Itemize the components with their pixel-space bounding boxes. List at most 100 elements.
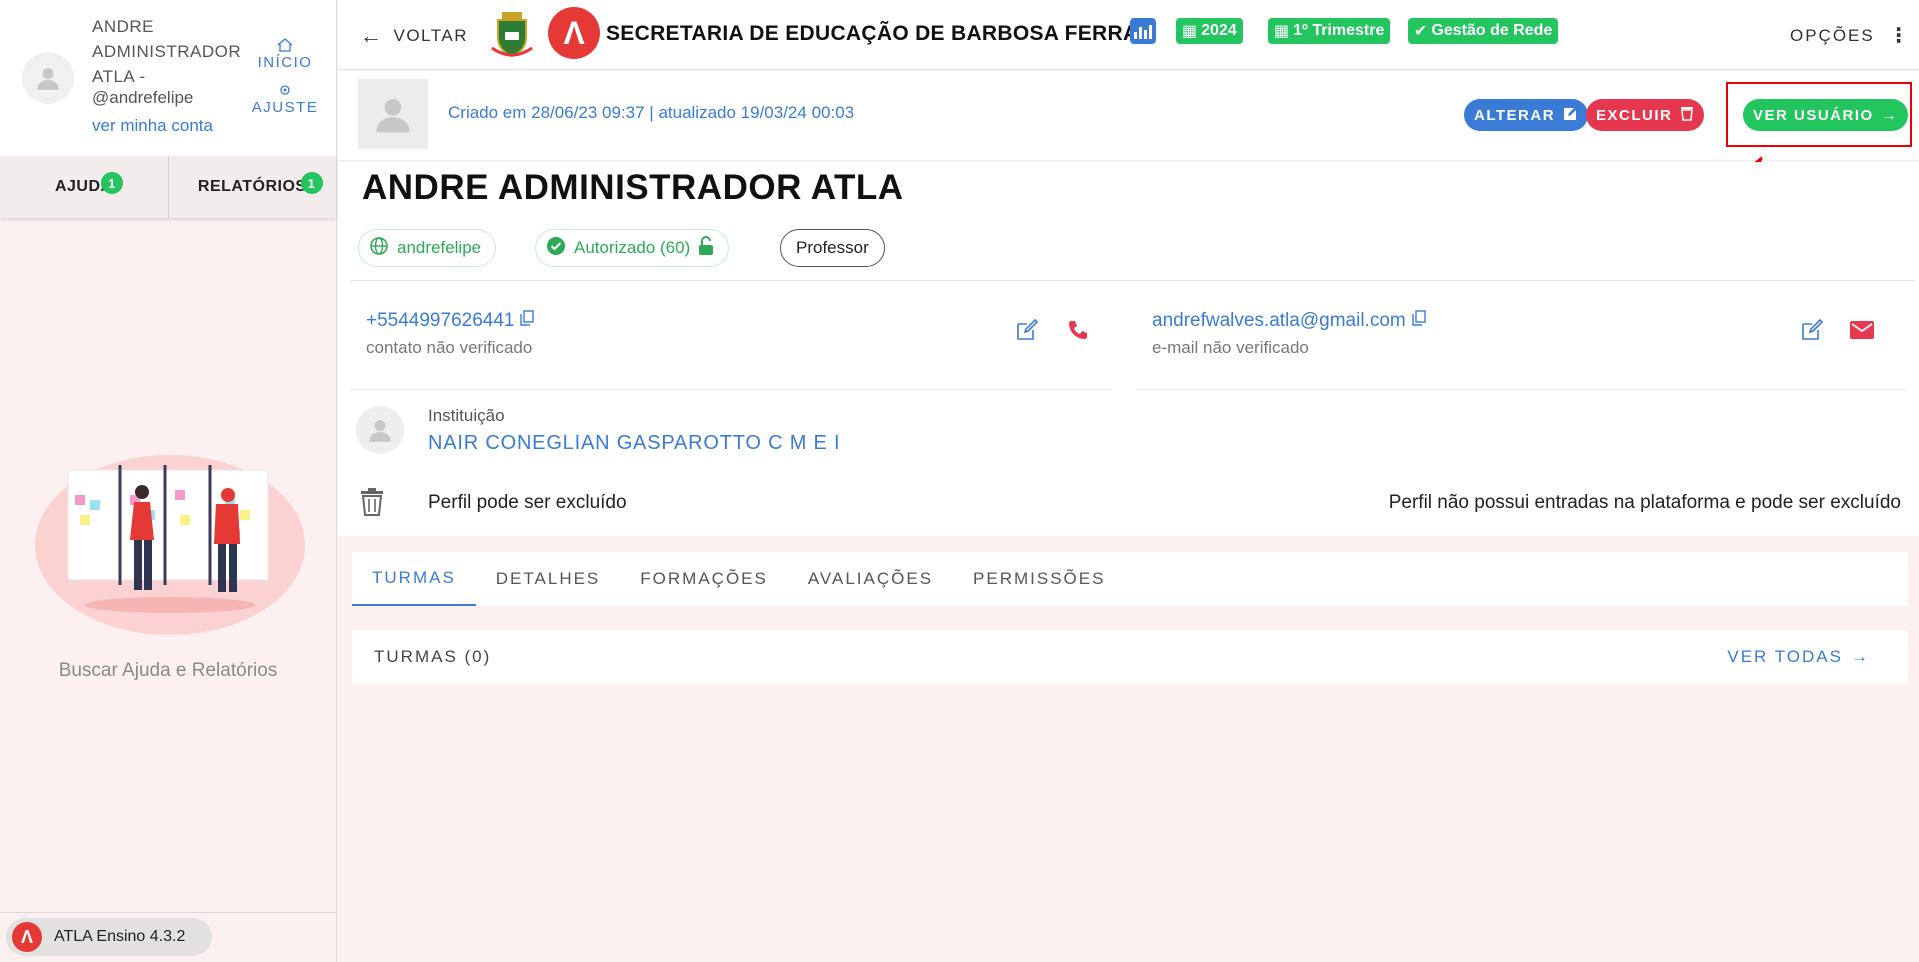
help-illustration xyxy=(35,455,305,635)
reports-chart-button[interactable] xyxy=(1130,18,1156,44)
version-badge[interactable]: Λ ATLA Ensino 4.3.2 xyxy=(6,918,212,956)
sidebar: ANDRE ADMINISTRADOR ATLA - @andrefelipe … xyxy=(0,0,337,962)
user-icon xyxy=(37,68,59,90)
delete-button-label: EXCLUIR xyxy=(1596,106,1673,124)
sidebar-divider xyxy=(0,912,336,913)
phone-number[interactable]: +5544997626441 xyxy=(366,310,535,332)
email-address-text: andrefwalves.atla@gmail.com xyxy=(1152,310,1406,331)
options-label: OPÇÕES xyxy=(1790,25,1875,45)
profile-meta-bar: Criado em 28/06/23 09:37 | atualizado 19… xyxy=(338,71,1919,161)
arrow-right-icon: → xyxy=(1851,647,1870,666)
profile-card: ANDRE ADMINISTRADOR ATLA andrefelipe Aut… xyxy=(338,162,1919,536)
home-link-label: INÍCIO xyxy=(257,54,313,71)
calendar-icon: ▦ xyxy=(1274,23,1290,40)
email-contact: andrefwalves.atla@gmail.com e-mail não v… xyxy=(1136,310,1906,390)
edit-button-label: ALTERAR xyxy=(1474,106,1556,124)
arrow-left-icon: ← xyxy=(360,23,384,48)
tab-avaliacoes[interactable]: AVALIAÇÕES xyxy=(788,552,953,606)
tab-relatorios[interactable]: RELATÓRIOS 1 xyxy=(167,156,337,218)
role-label: Professor xyxy=(796,238,869,257)
year-selector[interactable]: ▦ 2024 xyxy=(1176,18,1243,44)
phone-icon[interactable] xyxy=(1063,316,1091,344)
user-icon xyxy=(369,420,391,442)
copy-icon[interactable] xyxy=(1412,310,1426,332)
check-circle-icon xyxy=(546,236,566,261)
see-all-label: VER TODAS xyxy=(1727,647,1843,666)
unlock-icon xyxy=(698,235,714,261)
institution-label: Instituição xyxy=(428,406,505,425)
turmas-card: TURMAS (0) VER TODAS → xyxy=(352,630,1908,684)
avatar[interactable] xyxy=(22,52,74,104)
phone-status: contato não verificado xyxy=(366,338,533,357)
see-all-button[interactable]: VER TODAS → xyxy=(1727,647,1870,667)
tab-formacoes[interactable]: FORMAÇÕES xyxy=(620,552,788,606)
authorization-label: Autorizado (60) xyxy=(574,238,691,257)
network-label: Gestão de Rede xyxy=(1431,22,1553,39)
edit-email-icon[interactable] xyxy=(1798,316,1826,344)
municipal-crest-icon xyxy=(491,12,533,58)
trash-icon xyxy=(1680,105,1694,125)
delete-button[interactable]: EXCLUIR xyxy=(1586,99,1705,131)
phone-number-text: +5544997626441 xyxy=(366,310,515,331)
tab-turmas[interactable]: TURMAS xyxy=(352,552,476,606)
email-status: e-mail não verificado xyxy=(1152,338,1309,357)
tab-relatorios-count-badge: 1 xyxy=(300,172,323,194)
more-vertical-icon: ⋮ xyxy=(1888,25,1911,47)
organization-title: SECRETARIA DE EDUCAÇÃO DE BARBOSA FERRAZ xyxy=(606,22,1152,45)
institution-name-link[interactable]: NAIR CONEGLIAN GASPAROTTO C M E I xyxy=(428,432,840,455)
my-account-link[interactable]: ver minha conta xyxy=(92,116,213,136)
profile-name: ANDRE ADMINISTRADOR ATLA xyxy=(362,168,904,207)
profile-photo[interactable] xyxy=(358,79,428,149)
profile-tabs: TURMAS DETALHES FORMAÇÕES AVALIAÇÕES PER… xyxy=(352,552,1908,606)
tab-permissoes[interactable]: PERMISSÕES xyxy=(953,552,1125,606)
top-bar: ← VOLTAR Λ SECRETARIA DE EDUCAÇÃO DE BAR… xyxy=(338,0,1919,70)
network-selector[interactable]: ✔ Gestão de Rede xyxy=(1408,18,1559,44)
trimester-selector[interactable]: ▦ 1º Trimestre xyxy=(1268,18,1391,44)
edit-phone-icon[interactable] xyxy=(1013,316,1041,344)
user-handle: @andrefelipe xyxy=(92,88,194,107)
back-button-label: VOLTAR xyxy=(393,26,468,45)
created-updated-text: Criado em 28/06/23 09:37 | atualizado 19… xyxy=(448,103,855,122)
user-name: ANDRE ADMINISTRADOR ATLA - xyxy=(92,17,242,86)
tab-ajuda[interactable]: AJUDA 1 xyxy=(0,156,168,218)
home-icon xyxy=(250,38,320,54)
settings-link[interactable]: AJUSTE xyxy=(250,83,320,116)
mail-icon[interactable] xyxy=(1848,316,1876,344)
version-label: ATLA Ensino 4.3.2 xyxy=(54,928,186,945)
role-tag[interactable]: Professor xyxy=(780,229,885,267)
trash-icon xyxy=(361,488,383,516)
user-icon xyxy=(376,99,410,133)
tab-detalhes[interactable]: DETALHES xyxy=(476,552,621,606)
turmas-title: TURMAS (0) xyxy=(374,647,492,666)
year-label: 2024 xyxy=(1201,22,1237,39)
email-address[interactable]: andrefwalves.atla@gmail.com xyxy=(1152,310,1426,332)
tab-relatorios-label: RELATÓRIOS xyxy=(197,178,307,195)
atla-logo-icon: Λ xyxy=(12,922,42,952)
divider xyxy=(350,280,1915,281)
authorization-tag[interactable]: Autorizado (60) xyxy=(535,229,730,267)
sidebar-tabs: AJUDA 1 RELATÓRIOS 1 xyxy=(0,156,336,218)
calendar-icon: ▦ xyxy=(1182,23,1198,40)
atla-brand-logo: Λ xyxy=(548,7,600,59)
settings-link-label: AJUSTE xyxy=(251,99,319,116)
delete-status-text: Perfil pode ser excluído xyxy=(428,492,627,513)
user-panel: ANDRE ADMINISTRADOR ATLA - @andrefelipe … xyxy=(0,0,336,156)
help-caption: Buscar Ajuda e Relatórios xyxy=(58,660,278,681)
copy-icon[interactable] xyxy=(520,310,535,332)
institution-avatar xyxy=(356,406,404,454)
back-button[interactable]: ← VOLTAR xyxy=(360,23,468,49)
options-menu-button[interactable]: OPÇÕES ⋮ xyxy=(1790,23,1911,48)
phone-contact: +5544997626441 contato não verificado xyxy=(350,310,1110,390)
username-label: andrefelipe xyxy=(397,238,482,257)
annotation-highlight-box xyxy=(1726,82,1912,147)
edit-icon xyxy=(1563,106,1578,125)
gear-icon xyxy=(250,83,320,99)
trimester-label: 1º Trimestre xyxy=(1293,22,1385,39)
delete-status-detail: Perfil não possui entradas na plataforma… xyxy=(1388,492,1901,513)
check-circle-icon: ✔ xyxy=(1414,23,1428,40)
home-link[interactable]: INÍCIO xyxy=(250,38,320,71)
globe-icon xyxy=(369,236,389,261)
username-tag[interactable]: andrefelipe xyxy=(358,229,497,267)
edit-button[interactable]: ALTERAR xyxy=(1464,99,1589,131)
tab-ajuda-count-badge: 1 xyxy=(101,172,123,194)
